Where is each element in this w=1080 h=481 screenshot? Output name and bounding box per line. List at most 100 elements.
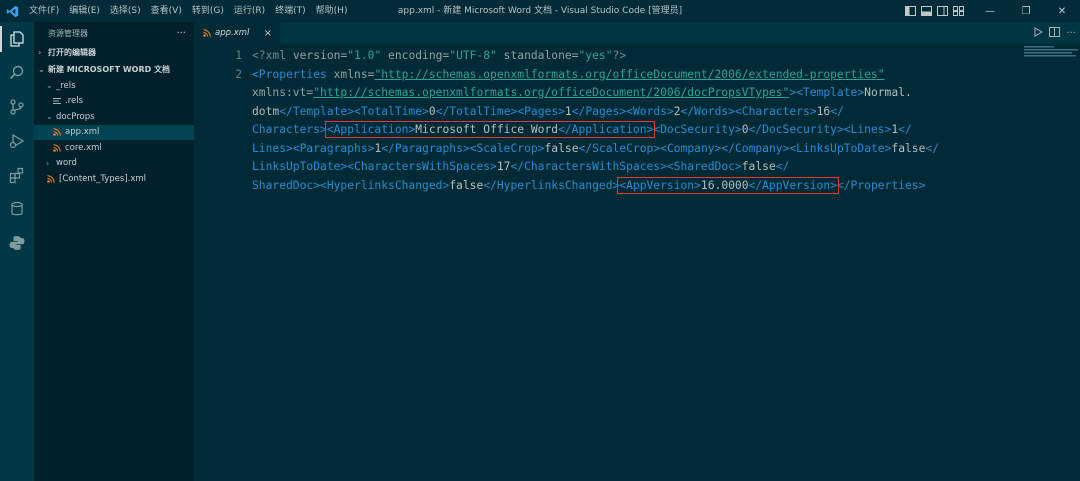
rss-xml-icon [202, 29, 211, 38]
code-line: Lines><Paragraphs>1</Paragraphs><ScaleCr… [252, 140, 939, 159]
xml-token: "yes" [578, 49, 613, 62]
menu-run[interactable]: 运行(R) [229, 0, 270, 22]
xml-token: </AppVersion> [748, 178, 837, 192]
xml-text: dotm [252, 104, 280, 118]
menu-view[interactable]: 查看(V) [146, 0, 187, 22]
xml-link[interactable]: "http://schemas.openxmlformats.org/offic… [374, 68, 884, 81]
xml-token: <Template> [796, 86, 865, 99]
extensions-icon[interactable] [0, 158, 34, 192]
rss-xml-icon [52, 143, 61, 152]
xml-token: <TotalTime> [354, 104, 429, 118]
editor-actions: ··· [1034, 22, 1076, 44]
xml-text: Normal. [864, 86, 912, 99]
python-icon[interactable] [0, 226, 34, 260]
run-icon[interactable] [1034, 26, 1044, 40]
tree-folder-docprops[interactable]: ⌄ docProps [34, 109, 194, 125]
xml-text: 0 [428, 104, 436, 118]
tree-folder-label: word [56, 158, 77, 169]
xml-token: <SharedDoc> [666, 160, 742, 173]
menu-help[interactable]: 帮助(H) [311, 0, 353, 22]
xml-token: </Pages> [571, 104, 627, 118]
more-actions-icon[interactable]: ··· [1066, 28, 1076, 39]
line-number: 2 [235, 67, 242, 81]
highlight-box-application: <Application>Microsoft Office Word</Appl… [324, 121, 656, 138]
xml-token: <Application> [326, 123, 416, 136]
xml-token: </TotalTime> [435, 104, 518, 118]
minimize-button[interactable]: — [972, 0, 1008, 22]
xml-token: </CharactersWithSpaces> [510, 160, 667, 173]
explorer-icon[interactable] [0, 22, 34, 56]
xml-text: 17 [496, 160, 511, 173]
xml-token: </Words> [680, 104, 735, 118]
open-editors-section[interactable]: › 打开的编辑器 [34, 44, 194, 61]
chevron-right-icon: › [38, 48, 42, 57]
xml-token: xmlns= [326, 67, 375, 81]
tree-file-app-xml[interactable]: app.xml [34, 124, 194, 140]
xml-token: LinksUpToDate> [252, 160, 348, 173]
xml-token: <Paragraphs> [292, 141, 375, 155]
customize-layout-icon[interactable] [950, 0, 966, 22]
editor-tabs: app.xml × [194, 22, 1080, 44]
menu-selection[interactable]: 选择(S) [105, 0, 146, 22]
xml-token: <CharactersWithSpaces> [347, 160, 497, 173]
xml-token: </ [830, 104, 844, 118]
xml-token: encoding= [381, 49, 450, 62]
code-line: Characters><Application>Microsoft Office… [252, 121, 939, 140]
close-window-button[interactable]: ✕ [1044, 0, 1080, 22]
xml-token: <LinksUpToDate> [789, 141, 892, 155]
menu-terminal[interactable]: 终端(T) [270, 0, 311, 22]
xml-token: Characters> [252, 123, 327, 136]
menu-go[interactable]: 转到(G) [187, 0, 229, 22]
tree-folder-word[interactable]: › word [34, 156, 194, 172]
tab-app-xml[interactable]: app.xml × [194, 22, 280, 44]
more-actions-button[interactable]: ··· [176, 28, 186, 39]
chevron-down-icon: ⌄ [46, 112, 53, 122]
code-content[interactable]: <?xml version="1.0" encoding="UTF-8" sta… [252, 47, 939, 195]
search-icon[interactable] [0, 56, 34, 90]
xml-token: xmlns:vt= [252, 86, 314, 99]
chevron-down-icon: ⌄ [46, 81, 53, 91]
chevron-right-icon: › [46, 158, 50, 168]
xml-token: <DocSecurity> [653, 123, 742, 136]
toggle-panel-icon[interactable] [918, 0, 934, 22]
xml-text: 1 [564, 104, 572, 118]
split-editor-icon[interactable] [1049, 26, 1061, 40]
explorer-title: 资源管理器 [48, 28, 88, 38]
database-icon[interactable] [0, 192, 34, 226]
xml-token: "1.0" [347, 49, 382, 62]
explorer-header: 资源管理器 ··· [34, 22, 194, 44]
close-icon[interactable]: × [264, 28, 272, 39]
tree-file-core-xml[interactable]: core.xml [34, 140, 194, 156]
open-editors-label: 打开的编辑器 [48, 48, 96, 57]
minimap[interactable] [1022, 44, 1080, 60]
tree-file-content-types[interactable]: [Content_Types].xml [34, 171, 194, 187]
xml-link[interactable]: "http://schemas.openxmlformats.org/offic… [313, 86, 789, 99]
xml-token: <Company> [660, 141, 722, 155]
xml-text: 2 [673, 104, 681, 118]
tree-file-rels[interactable]: .rels [34, 94, 194, 110]
xml-token: </DocSecurity> [748, 123, 844, 136]
explorer-sidebar: 资源管理器 ··· › 打开的编辑器 ⌄ 新建 MICROSOFT WORD 文… [34, 22, 194, 481]
xml-token: <?xml [252, 49, 287, 62]
source-control-icon[interactable] [0, 90, 34, 124]
line-number: 1 [235, 49, 242, 62]
tree-folder-rels[interactable]: ⌄ _rels [34, 78, 194, 94]
workspace-folder-label: 新建 MICROSOFT WORD 文档 [48, 65, 171, 74]
toggle-sidebar-icon[interactable] [902, 0, 918, 22]
xml-token: standalone= [496, 49, 579, 62]
toggle-secondary-sidebar-icon[interactable] [934, 0, 950, 22]
xml-token: </Application> [558, 123, 654, 136]
run-debug-icon[interactable] [0, 124, 34, 158]
menu-edit[interactable]: 编辑(E) [64, 0, 105, 22]
xml-token: </ [775, 160, 790, 173]
code-line: SharedDoc><HyperlinksChanged>false</Hype… [252, 176, 939, 196]
xml-token: <Pages> [517, 104, 565, 118]
xml-token: "UTF-8" [449, 49, 497, 62]
menu-file[interactable]: 文件(F) [24, 0, 64, 22]
xml-token: </Properties> [836, 178, 926, 192]
rss-xml-icon [46, 174, 55, 183]
code-editor[interactable]: 1 2 <?xml version="1.0" encoding="UTF-8"… [194, 44, 1080, 481]
code-line: <?xml version="1.0" encoding="UTF-8" sta… [252, 47, 939, 66]
maximize-button[interactable]: ❐ [1008, 0, 1044, 22]
workspace-folder-section[interactable]: ⌄ 新建 MICROSOFT WORD 文档 [34, 61, 194, 78]
